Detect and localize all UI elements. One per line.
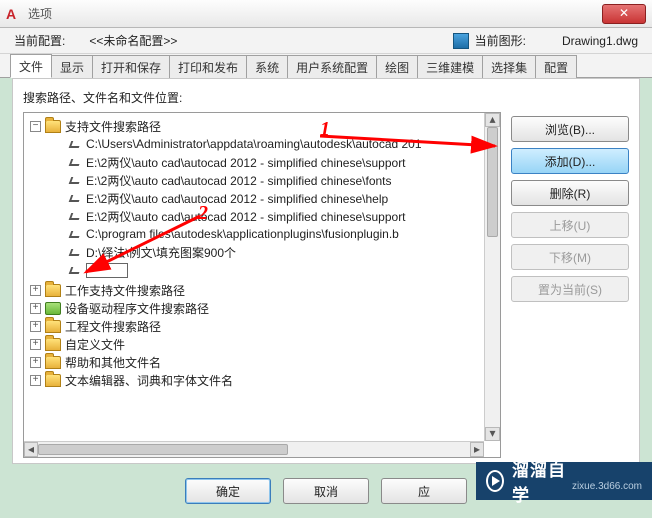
tab-user-prefs[interactable]: 用户系统配置 bbox=[287, 55, 377, 78]
moveup-button[interactable]: 上移(U) bbox=[511, 212, 629, 238]
path-icon bbox=[68, 228, 82, 240]
tree-root-label[interactable]: 支持文件搜索路径 bbox=[65, 118, 161, 135]
tree-node[interactable]: 帮助和其他文件名 bbox=[65, 354, 161, 371]
path-icon bbox=[68, 210, 82, 222]
path-icon bbox=[68, 174, 82, 186]
tree-node[interactable]: 设备驱动程序文件搜索路径 bbox=[65, 300, 209, 317]
path-icon bbox=[68, 192, 82, 204]
main-panel: 搜索路径、文件名和文件位置: − 支持文件搜索路径 C:\Users\Admin… bbox=[12, 78, 640, 464]
play-icon bbox=[486, 470, 504, 492]
folder-icon bbox=[45, 338, 61, 351]
current-config-value: <<未命名配置>> bbox=[89, 32, 177, 49]
watermark-url: zixue.3d66.com bbox=[572, 481, 642, 492]
expand-icon[interactable]: + bbox=[30, 339, 41, 350]
vertical-scrollbar[interactable]: ▴ ▾ bbox=[484, 113, 500, 441]
path-icon bbox=[68, 138, 82, 150]
tab-print-publish[interactable]: 打印和发布 bbox=[169, 55, 247, 78]
drawing-icon bbox=[453, 33, 469, 49]
scroll-thumb[interactable] bbox=[487, 127, 498, 237]
movedown-button[interactable]: 下移(M) bbox=[511, 244, 629, 270]
tree-node[interactable]: 文本编辑器、词典和字体文件名 bbox=[65, 372, 233, 389]
tab-3dmodeling[interactable]: 三维建模 bbox=[417, 55, 483, 78]
tree-node[interactable]: 工程文件搜索路径 bbox=[65, 318, 161, 335]
watermark: 溜溜自学 zixue.3d66.com bbox=[476, 462, 652, 500]
tab-display[interactable]: 显示 bbox=[51, 55, 93, 78]
tree-node[interactable]: 工作支持文件搜索路径 bbox=[65, 282, 185, 299]
tab-strip: 文件 显示 打开和保存 打印和发布 系统 用户系统配置 绘图 三维建模 选择集 … bbox=[0, 54, 652, 78]
window-title: 选项 bbox=[28, 5, 602, 22]
tree-path[interactable]: E:\2两仪\auto cad\autocad 2012 - simplifie… bbox=[86, 190, 388, 207]
expand-icon[interactable]: + bbox=[30, 321, 41, 332]
expand-icon[interactable]: + bbox=[30, 303, 41, 314]
folder-icon bbox=[45, 374, 61, 387]
path-icon bbox=[68, 246, 82, 258]
scroll-down-button[interactable]: ▾ bbox=[485, 427, 500, 441]
delete-button[interactable]: 删除(R) bbox=[511, 180, 629, 206]
folder-icon bbox=[45, 120, 61, 133]
folder-icon bbox=[45, 356, 61, 369]
path-icon bbox=[68, 156, 82, 168]
ok-button[interactable]: 确定 bbox=[185, 478, 271, 504]
config-header: 当前配置: <<未命名配置>> 当前图形: Drawing1.dwg bbox=[0, 28, 652, 54]
button-column: 浏览(B)... 添加(D)... 删除(R) 上移(U) 下移(M) 置为当前… bbox=[511, 112, 629, 458]
horizontal-scrollbar[interactable]: ◂ ▸ bbox=[24, 441, 484, 457]
expand-icon[interactable]: + bbox=[30, 375, 41, 386]
scroll-up-button[interactable]: ▴ bbox=[485, 113, 500, 127]
cancel-button[interactable]: 取消 bbox=[283, 478, 369, 504]
expand-icon[interactable]: + bbox=[30, 357, 41, 368]
tree-box[interactable]: − 支持文件搜索路径 C:\Users\Administrator\appdat… bbox=[23, 112, 501, 458]
tab-config[interactable]: 配置 bbox=[535, 55, 577, 78]
tree-path[interactable]: E:\2两仪\auto cad\autocad 2012 - simplifie… bbox=[86, 154, 406, 171]
scroll-left-button[interactable]: ◂ bbox=[24, 442, 38, 457]
current-drawing-label: 当前图形: bbox=[475, 32, 526, 49]
tree-node[interactable]: 自定义文件 bbox=[65, 336, 125, 353]
tree-path[interactable]: C:\program files\autodesk\applicationplu… bbox=[86, 227, 399, 241]
scroll-thumb[interactable] bbox=[38, 444, 288, 455]
folder-icon bbox=[45, 284, 61, 297]
tab-system[interactable]: 系统 bbox=[246, 55, 288, 78]
tree-inner: − 支持文件搜索路径 C:\Users\Administrator\appdat… bbox=[24, 113, 484, 441]
expand-icon[interactable]: + bbox=[30, 285, 41, 296]
tree-path[interactable]: D:\绎法\例文\填充图案900个 bbox=[86, 244, 236, 261]
path-icon bbox=[68, 264, 82, 276]
tree-path[interactable]: E:\2两仪\auto cad\autocad 2012 - simplifie… bbox=[86, 208, 406, 225]
tree-path[interactable]: C:\Users\Administrator\appdata\roaming\a… bbox=[86, 137, 422, 151]
watermark-brand: 溜溜自学 bbox=[512, 456, 568, 506]
scroll-right-button[interactable]: ▸ bbox=[470, 442, 484, 457]
tree-path[interactable]: E:\2两仪\auto cad\autocad 2012 - simplifie… bbox=[86, 172, 392, 189]
current-config-label: 当前配置: bbox=[14, 32, 65, 49]
add-button[interactable]: 添加(D)... bbox=[511, 148, 629, 174]
new-path-input[interactable] bbox=[86, 263, 128, 278]
apply-button[interactable]: 应 bbox=[381, 478, 467, 504]
titlebar: A 选项 ✕ bbox=[0, 0, 652, 28]
tab-selection[interactable]: 选择集 bbox=[482, 55, 536, 78]
tab-file[interactable]: 文件 bbox=[10, 54, 52, 78]
browse-button[interactable]: 浏览(B)... bbox=[511, 116, 629, 142]
expand-icon[interactable]: − bbox=[30, 121, 41, 132]
close-button[interactable]: ✕ bbox=[602, 4, 646, 24]
current-drawing-value: Drawing1.dwg bbox=[562, 34, 638, 48]
app-icon: A bbox=[6, 6, 22, 22]
tab-open-save[interactable]: 打开和保存 bbox=[92, 55, 170, 78]
panel-caption: 搜索路径、文件名和文件位置: bbox=[23, 89, 629, 106]
folder-icon bbox=[45, 302, 61, 315]
tab-drawing[interactable]: 绘图 bbox=[376, 55, 418, 78]
setcurrent-button[interactable]: 置为当前(S) bbox=[511, 276, 629, 302]
folder-icon bbox=[45, 320, 61, 333]
